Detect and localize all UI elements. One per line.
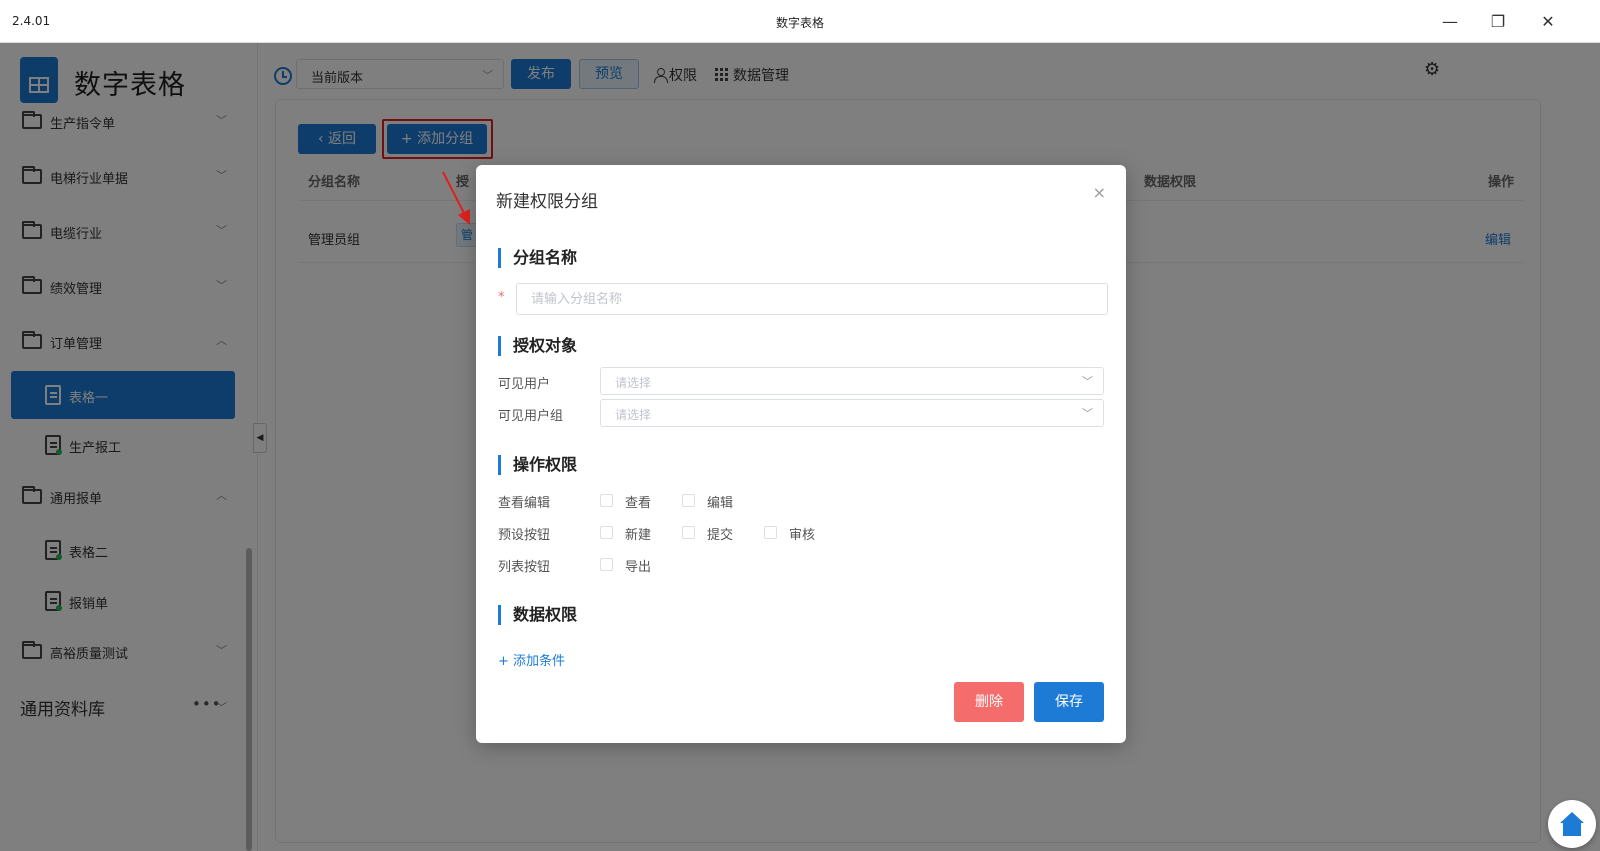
export-checkbox[interactable] (600, 558, 613, 571)
home-button[interactable] (1548, 800, 1596, 848)
visible-users-select[interactable]: 请选择 ﹀ (600, 367, 1104, 395)
review-checkbox[interactable] (764, 526, 777, 539)
view-checkbox[interactable] (600, 494, 613, 507)
dialog-title: 新建权限分组 (496, 192, 598, 212)
group-name-input[interactable] (516, 283, 1108, 315)
visible-groups-select[interactable]: 请选择 ﹀ (600, 399, 1104, 427)
new-permission-group-dialog: 新建权限分组 × 分组名称 * 授权对象 可见用户 请选择 ﹀ 可见用户组 请选… (476, 165, 1126, 743)
section-authorization-target: 授权对象 (498, 336, 577, 356)
section-group-name: 分组名称 (498, 248, 577, 268)
select-placeholder: 请选择 (615, 408, 652, 422)
create-checkbox[interactable] (600, 526, 613, 539)
view-edit-label: 查看编辑 (498, 496, 551, 511)
export-checkbox-label[interactable]: 导出 (625, 556, 651, 575)
minimize-button[interactable]: — (1438, 10, 1462, 34)
section-data-permission: 数据权限 (498, 605, 577, 625)
title-bar: 2.4.01 数字表格 — ❐ ✕ (0, 0, 1600, 43)
required-mark: * (498, 290, 505, 305)
section-operation-permission: 操作权限 (498, 455, 577, 475)
view-checkbox-label[interactable]: 查看 (625, 492, 651, 511)
delete-button[interactable]: 删除 (954, 682, 1024, 722)
chevron-down-icon: ﹀ (1082, 407, 1093, 420)
add-condition-label: 添加条件 (513, 654, 566, 669)
close-window-button[interactable]: ✕ (1536, 10, 1560, 34)
chevron-down-icon: ﹀ (1082, 375, 1093, 388)
edit-checkbox[interactable] (682, 494, 695, 507)
create-checkbox-label[interactable]: 新建 (625, 524, 651, 543)
edit-checkbox-label[interactable]: 编辑 (707, 492, 733, 511)
save-button[interactable]: 保存 (1034, 682, 1104, 722)
visible-groups-label: 可见用户组 (498, 409, 564, 424)
submit-checkbox[interactable] (682, 526, 695, 539)
restore-button[interactable]: ❐ (1486, 10, 1510, 34)
preset-buttons-label: 预设按钮 (498, 528, 551, 543)
review-checkbox-label[interactable]: 审核 (789, 524, 815, 543)
list-buttons-label: 列表按钮 (498, 560, 551, 575)
visible-users-label: 可见用户 (498, 377, 551, 392)
close-icon[interactable]: × (1093, 183, 1106, 202)
window-title: 数字表格 (775, 16, 824, 30)
annotation-arrow-icon (442, 171, 470, 225)
select-placeholder: 请选择 (615, 376, 652, 390)
home-icon (1560, 812, 1584, 836)
add-condition-link[interactable]: + 添加条件 (498, 650, 565, 669)
submit-checkbox-label[interactable]: 提交 (707, 524, 733, 543)
